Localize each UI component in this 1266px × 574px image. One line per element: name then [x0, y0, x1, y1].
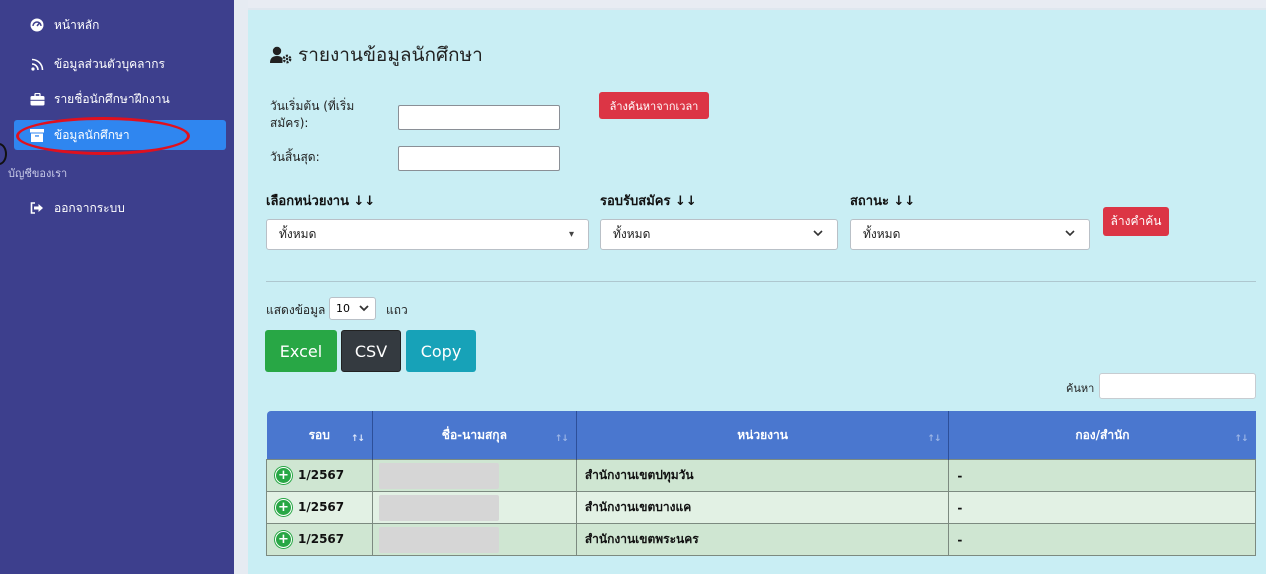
name-cell: [371, 459, 577, 492]
column-header-division[interactable]: กอง/สำนัก ↑↓: [948, 411, 1256, 460]
sidebar-item-logout[interactable]: ออกจากระบบ: [14, 193, 226, 223]
unit-select[interactable]: ทั้งหมด ▾: [266, 219, 589, 250]
unit-cell: สำนักงานเขตปทุมวัน: [575, 459, 950, 492]
round-cell: +1/2567: [266, 523, 373, 556]
sidebar-item-label: ออกจากระบบ: [54, 200, 125, 215]
division-cell: -: [948, 523, 1256, 556]
end-date-input[interactable]: [398, 146, 560, 171]
round-cell: +1/2567: [266, 491, 373, 524]
redacted-name: [378, 526, 499, 553]
table-row[interactable]: +1/2567 สำนักงานเขตบางแค -: [266, 491, 1256, 524]
rss-icon: [28, 58, 46, 71]
expand-row-icon[interactable]: +: [275, 499, 292, 516]
table-row[interactable]: +1/2567 สำนักงานเขตปทุมวัน -: [266, 459, 1256, 492]
end-date-label: วันสิ้นสุด:: [270, 150, 320, 164]
sort-icon: ↑↓: [350, 434, 365, 444]
clear-filters-button[interactable]: ล้างคำค้น: [1103, 207, 1169, 236]
redacted-name: [378, 494, 499, 521]
division-cell: -: [948, 459, 1256, 492]
sort-icon: ↑↓: [927, 434, 941, 444]
start-date-label: วันเริ่มต้น (ที่เริ่ม สมัคร):: [270, 99, 355, 130]
chevron-down-icon: [1065, 229, 1089, 240]
sidebar-section-account: บัญชีของเรา: [8, 167, 68, 180]
round-cell: +1/2567: [266, 459, 373, 492]
name-cell: [371, 523, 577, 556]
clear-time-search-button[interactable]: ล้างค้นหาจากเวลา: [599, 92, 709, 119]
sidebar-item-label: ข้อมูลส่วนตัวบุคลากร: [54, 56, 165, 71]
unit-cell: สำนักงานเขตพระนคร: [575, 523, 950, 556]
export-excel-button[interactable]: Excel: [265, 330, 337, 372]
table-search-input[interactable]: [1099, 373, 1256, 399]
page-length-select[interactable]: 10: [329, 297, 376, 320]
column-header-name[interactable]: ชื่อ-นามสกุล ↑↓: [372, 411, 577, 460]
copy-button[interactable]: Copy: [406, 330, 476, 372]
sidebar: หน้าหลัก ข้อมูลส่วนตัวบุคลากร รายชื่อนัก…: [0, 0, 234, 574]
unit-filter-label: เลือกหน่วยงาน ↓↓: [266, 194, 376, 209]
divider: [266, 281, 1256, 282]
main-content: รายงานข้อมูลนักศึกษา วันเริ่มต้น (ที่เริ…: [248, 10, 1266, 574]
sidebar-item-intern-list[interactable]: รายชื่อนักศึกษาฝึกงาน: [14, 84, 226, 114]
status-select[interactable]: ทั้งหมด: [850, 219, 1090, 250]
table-header-row: รอบ ↑↓ ชื่อ-นามสกุล ↑↓ หน่วยงาน ↑↓ กอง/สำนั…: [266, 411, 1256, 460]
show-entries-label: แสดงข้อมูล: [266, 303, 326, 317]
round-filter-label: รอบรับสมัคร ↓↓: [600, 194, 697, 209]
table-row[interactable]: +1/2567 สำนักงานเขตพระนคร -: [266, 523, 1256, 556]
sidebar-item-label: รายชื่อนักศึกษาฝึกงาน: [54, 91, 170, 106]
search-label: ค้นหา: [1066, 382, 1095, 395]
dashboard-icon: [28, 18, 46, 32]
sidebar-item-personal-info[interactable]: ข้อมูลส่วนตัวบุคลากร: [14, 49, 226, 79]
student-table: รอบ ↑↓ ชื่อ-นามสกุล ↑↓ หน่วยงาน ↑↓ กอง/สำนั…: [266, 411, 1256, 556]
redacted-name: [378, 462, 499, 489]
status-filter-label: สถานะ ↓↓: [850, 194, 916, 209]
unit-cell: สำนักงานเขตบางแค: [575, 491, 950, 524]
user-gear-icon: [270, 46, 292, 64]
round-select[interactable]: ทั้งหมด: [600, 219, 838, 250]
start-date-input[interactable]: [398, 105, 560, 130]
expand-row-icon[interactable]: +: [275, 531, 292, 548]
sign-out-icon: [28, 202, 46, 214]
caret-down-icon: ▾: [568, 229, 574, 240]
page-title: รายงานข้อมูลนักศึกษา: [270, 40, 483, 70]
chevron-down-icon: [813, 229, 837, 240]
division-cell: -: [948, 491, 1256, 524]
export-csv-button[interactable]: CSV: [341, 330, 401, 372]
column-header-unit[interactable]: หน่วยงาน ↑↓: [576, 411, 950, 460]
sidebar-gutter: [234, 0, 248, 574]
briefcase-icon: [28, 92, 46, 106]
sort-icon: ↑↓: [1234, 434, 1248, 444]
name-cell: [371, 491, 577, 524]
rows-label: แถว: [386, 303, 408, 317]
sidebar-item-label: หน้าหลัก: [54, 17, 100, 32]
chevron-down-icon: [359, 302, 369, 315]
expand-row-icon[interactable]: +: [275, 467, 292, 484]
column-header-round[interactable]: รอบ ↑↓: [266, 411, 373, 460]
red-annotation-circle: [16, 117, 190, 155]
sort-icon: ↑↓: [554, 434, 569, 444]
sidebar-item-home[interactable]: หน้าหลัก: [14, 10, 226, 40]
